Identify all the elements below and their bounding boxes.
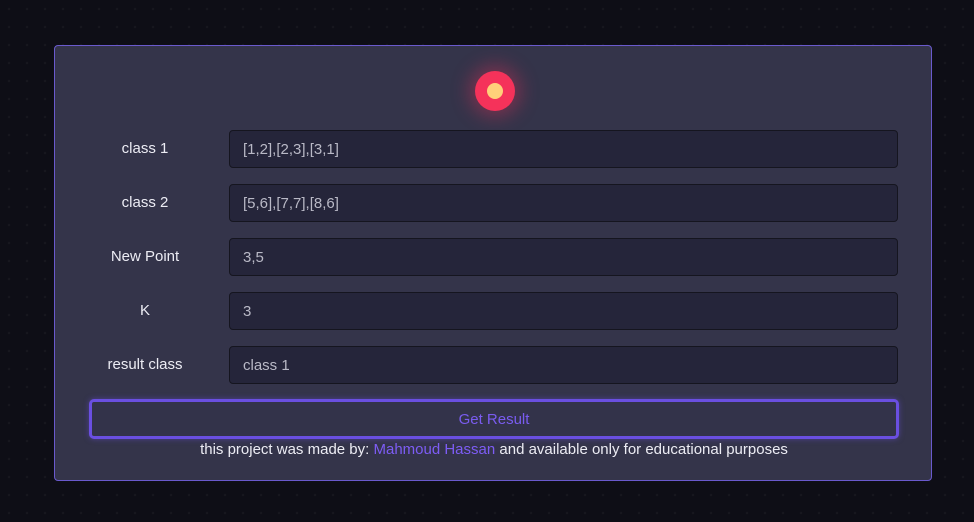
new-point-label: New Point xyxy=(110,248,180,265)
result-class-label: result class xyxy=(107,356,183,373)
status-indicator-icon xyxy=(475,71,515,111)
k-row: K xyxy=(55,292,933,330)
new-point-input[interactable] xyxy=(229,238,898,276)
footer-suffix: and available only for educational purpo… xyxy=(499,441,788,458)
class-1-input[interactable] xyxy=(229,130,898,168)
class-2-row: class 2 xyxy=(55,184,933,222)
class-1-label: class 1 xyxy=(121,140,169,157)
new-point-row: New Point xyxy=(55,238,933,276)
get-result-button[interactable]: Get Result xyxy=(89,399,899,439)
author-link[interactable]: Mahmoud Hassan xyxy=(373,441,495,458)
result-class-input[interactable] xyxy=(229,346,898,384)
status-indicator-core xyxy=(487,83,503,99)
class-2-label: class 2 xyxy=(121,194,169,211)
footer-prefix: this project was made by: xyxy=(200,441,370,458)
k-label: K xyxy=(139,302,150,319)
class-1-row: class 1 xyxy=(55,130,933,168)
footer-credit: this project was made by: Mahmoud Hassan… xyxy=(55,441,933,458)
class-2-input[interactable] xyxy=(229,184,898,222)
result-class-row: result class xyxy=(55,346,933,384)
knn-form-card: class 1 class 2 New Point K result class… xyxy=(54,45,932,481)
k-input[interactable] xyxy=(229,292,898,330)
